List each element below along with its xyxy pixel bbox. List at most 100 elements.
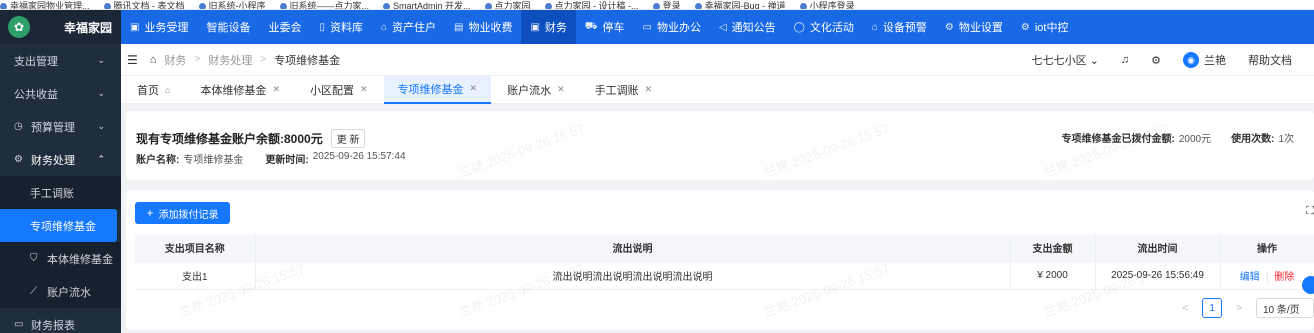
bookmark-favicon-icon	[799, 3, 807, 9]
sidebar-item-special-fund[interactable]: 专项维修基金	[0, 209, 117, 242]
nav-assets[interactable]: ⌂ 资产住户	[372, 10, 445, 44]
nav-label: 物业设置	[958, 22, 1003, 34]
page-number-button[interactable]: 1	[1202, 298, 1223, 318]
bookmark-label: 点力家园	[494, 1, 531, 10]
bookmark-label: 幸福家园-Bug - 禅道	[704, 1, 786, 10]
sidebar-item-account-flow[interactable]: ⟋ 账户流水	[0, 275, 121, 308]
breadcrumb-item[interactable]: 财务处理	[208, 52, 252, 68]
bookmark-item[interactable]: 幸福家园物业管理...	[0, 1, 90, 10]
sidebar-item-public-income[interactable]: 公共收益 ⌄	[0, 77, 121, 110]
bookmark-label: 幸福家园物业管理...	[10, 1, 90, 10]
table-row: 支出1 流出说明流出说明流出说明流出说明 ¥ 2000 2025-09-26 1…	[135, 261, 1314, 290]
nav-office[interactable]: ▭ 物业办公	[634, 10, 710, 44]
fullscreen-icon[interactable]: ⛶	[1306, 205, 1314, 217]
sidebar-item-label: 本体维修基金	[47, 253, 113, 266]
bookmark-item[interactable]: 旧系统-小程序	[198, 2, 266, 9]
nav-label: 物业办公	[656, 22, 701, 34]
bookmark-favicon-icon	[198, 3, 206, 9]
nav-smart-device[interactable]: 智能设备	[197, 10, 259, 44]
tab-community-config[interactable]: 小区配置 ✕	[296, 76, 382, 104]
tab-manual-adjust[interactable]: 手工调账 ✕	[581, 76, 667, 104]
app-logo[interactable]: ✿ 幸福家园	[0, 10, 121, 44]
sidebar-item-expense[interactable]: 支出管理 ⌄	[0, 44, 121, 77]
page-tabs: 首页 ⌂ 本体维修基金 ✕ 小区配置 ✕ 专项维修基金 ✕ 账户流水 ✕ 手工调账 ✕	[121, 75, 1314, 104]
delete-link[interactable]: 删除	[1274, 272, 1294, 283]
nav-library[interactable]: ▯ 资料库	[310, 10, 372, 44]
chevron-down-icon: ⌄	[1089, 55, 1099, 67]
nav-settings[interactable]: ⚙ 物业设置	[936, 10, 1012, 44]
tab-account-flow[interactable]: 账户流水 ✕	[493, 76, 579, 104]
edit-link[interactable]: 编辑	[1240, 272, 1260, 283]
nav-label: 业务受理	[144, 22, 189, 34]
gear-icon: ⚙	[944, 21, 954, 33]
tab-body-fund[interactable]: 本体维修基金 ✕	[186, 76, 294, 104]
nav-finance[interactable]: ▣ 财务	[521, 10, 576, 44]
gear-flower-logo-icon: ✿	[8, 16, 30, 38]
page-size-select[interactable]: 10 条/页	[1256, 298, 1314, 318]
nav-business[interactable]: ▣ 业务受理	[121, 10, 197, 44]
chevron-up-icon: ⌃	[97, 154, 105, 164]
top-nav: ▣ 业务受理 智能设备 业委会 ▯ 资料库 ⌂ 资产住户 ▤ 物业收费 ▣ 财务 ⛟ 停车 …	[121, 10, 1314, 44]
bookmark-label: 小程序登录	[809, 1, 855, 10]
help-docs-link[interactable]: 帮助文档	[1248, 52, 1292, 68]
button-label: 添加拨付记录	[158, 209, 219, 221]
building-icon: ⌂	[871, 21, 878, 33]
bookmark-item[interactable]: 旧系统——点力家...	[279, 2, 369, 9]
bookmark-item[interactable]: SmartAdmin 开发...	[383, 2, 471, 9]
nav-iot[interactable]: ⚙ iot中控	[1012, 10, 1078, 44]
tab-label: 首页	[137, 84, 159, 97]
sidebar-item-budget[interactable]: ◷ 预算管理 ⌄	[0, 110, 121, 143]
nav-owners-committee[interactable]: 业委会	[259, 10, 310, 44]
bookmark-favicon-icon	[0, 3, 7, 9]
breadcrumb-item[interactable]: 财务	[164, 52, 186, 68]
gear-icon: ⚙	[1020, 21, 1030, 33]
bookmark-item[interactable]: 小程序登录	[799, 1, 855, 10]
account-name-label: 账户名称:	[136, 155, 180, 166]
bookmark-favicon-icon	[103, 3, 111, 9]
nav-fees[interactable]: ▤ 物业收费	[445, 10, 521, 44]
settings-gear-icon[interactable]: ⚙	[1151, 54, 1161, 67]
bookmark-favicon-icon	[652, 3, 660, 9]
sidebar-item-reports[interactable]: ▭ 财务报表	[0, 308, 121, 333]
payout-table: 支出项目名称 流出说明 支出金额 流出时间 操作 支出1 流出说明流出说明流出说…	[135, 235, 1314, 290]
sidebar-item-manual-adjust[interactable]: 手工调账	[0, 176, 121, 209]
breadcrumb-separator: >	[194, 54, 201, 65]
bell-icon[interactable]: ♫	[1121, 54, 1129, 66]
refresh-button[interactable]: 更 新	[330, 129, 366, 148]
nav-label: 财务	[544, 22, 567, 34]
close-icon[interactable]: ✕	[272, 84, 280, 95]
nav-alerts[interactable]: ⌂ 设备预警	[863, 10, 936, 44]
floating-help-button[interactable]	[1302, 276, 1314, 294]
close-icon[interactable]: ✕	[470, 83, 478, 94]
next-page-button[interactable]: >	[1236, 303, 1242, 314]
bookmark-item[interactable]: 腾讯文档 - 表文档	[103, 2, 185, 9]
tab-home[interactable]: 首页 ⌂	[123, 76, 184, 104]
nav-parking[interactable]: ⛟ 停车	[576, 10, 634, 44]
close-icon[interactable]: ✕	[557, 84, 565, 95]
tab-special-fund[interactable]: 专项维修基金 ✕	[383, 75, 492, 104]
bookmark-item[interactable]: 幸福家园-Bug - 禅道	[694, 1, 786, 10]
user-menu[interactable]: ◉ 兰艳	[1183, 52, 1226, 68]
bookmark-item[interactable]: 点力家园	[484, 1, 531, 10]
close-icon[interactable]: ✕	[645, 84, 653, 95]
close-icon[interactable]: ✕	[360, 84, 368, 95]
use-count-value: 1次	[1278, 134, 1294, 145]
tab-label: 专项维修基金	[397, 83, 464, 96]
home-icon[interactable]: ⌂	[150, 54, 157, 66]
column-header: 操作	[1220, 235, 1314, 262]
nav-notice[interactable]: ◁ 通知公告	[710, 10, 785, 44]
add-payout-record-button[interactable]: + 添加拨付记录	[135, 202, 230, 224]
cell-time: 2025-09-26 15:56:49	[1095, 261, 1221, 290]
bookmark-item[interactable]: 登录	[652, 1, 681, 10]
chevron-down-icon: ⌄	[97, 121, 105, 131]
chevron-down-icon: ⌄	[97, 55, 105, 65]
nav-culture[interactable]: ◯ 文化活动	[785, 10, 863, 44]
sidebar-item-body-fund[interactable]: ⛉ 本体维修基金	[0, 242, 121, 275]
bookmark-label: 登录	[662, 1, 681, 10]
prev-page-button[interactable]: <	[1182, 303, 1188, 314]
sidebar-item-finance[interactable]: ⚙ 财务处理 ⌃	[0, 143, 121, 176]
bookmark-item[interactable]: 点力家园 - 设计稿 -...	[544, 2, 639, 9]
menu-toggle-icon[interactable]: ☰	[127, 53, 138, 67]
community-selector[interactable]: 七七七小区 ⌄	[1032, 52, 1099, 68]
tab-label: 本体维修基金	[200, 84, 267, 97]
